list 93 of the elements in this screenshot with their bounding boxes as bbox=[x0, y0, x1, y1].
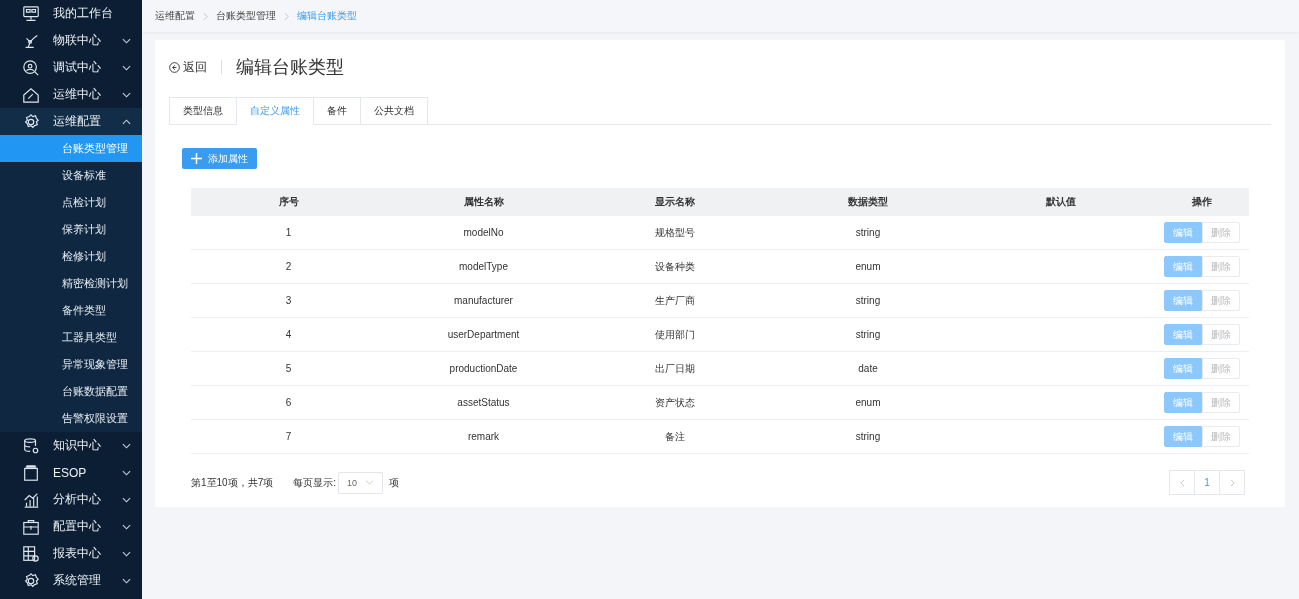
menu-label: ESOP bbox=[53, 465, 88, 480]
previous-page-button[interactable] bbox=[1169, 470, 1195, 495]
menu-label: 报表中心 bbox=[53, 545, 102, 562]
menu-label: 配置中心 bbox=[53, 518, 102, 535]
menu-label: 系统管理 bbox=[53, 572, 102, 589]
column-header: 默认值 bbox=[967, 188, 1155, 216]
page-size-label: 每页显示: bbox=[293, 475, 337, 490]
table-cell: modelNo bbox=[386, 216, 581, 250]
column-header: 属性名称 bbox=[386, 188, 581, 216]
tab[interactable]: 备件 bbox=[314, 97, 361, 125]
back-button[interactable]: 返回 bbox=[169, 58, 207, 76]
table-cell: 1 bbox=[191, 216, 386, 250]
sidebar-item[interactable]: 物联中心 bbox=[0, 27, 142, 54]
table-cell: 2 bbox=[191, 249, 386, 284]
sidebar-item[interactable]: 配置中心 bbox=[0, 513, 142, 540]
database-icon bbox=[22, 436, 40, 455]
submenu-item[interactable]: 异常现象管理 bbox=[0, 351, 142, 378]
chevron-down-icon bbox=[365, 480, 375, 485]
submenu-item[interactable]: 备件类型 bbox=[0, 297, 142, 324]
table-cell: string bbox=[769, 283, 967, 318]
table-cell: remark bbox=[386, 419, 581, 454]
column-header: 数据类型 bbox=[769, 188, 967, 216]
menu-label: 我的工作台 bbox=[53, 5, 114, 22]
settings-icon bbox=[22, 571, 40, 590]
menu-label: 分析中心 bbox=[53, 491, 102, 508]
submenu-item[interactable]: 保养计划 bbox=[0, 216, 142, 243]
monitor-icon bbox=[22, 4, 40, 23]
back-arrow-icon bbox=[169, 61, 180, 73]
table-cell: 资产状态 bbox=[581, 385, 769, 420]
sidebar-item[interactable]: 运维中心 bbox=[0, 81, 142, 108]
submenu-item[interactable]: 检修计划 bbox=[0, 243, 142, 270]
breadcrumb-link[interactable]: 台账类型管理 bbox=[216, 9, 276, 23]
table-cell: 5 bbox=[191, 351, 386, 386]
submenu-item[interactable]: 告警权限设置 bbox=[0, 405, 142, 432]
tab[interactable]: 公共文档 bbox=[361, 97, 428, 125]
table-cell: userDepartment bbox=[386, 317, 581, 352]
page-size-unit: 项 bbox=[389, 475, 400, 490]
sidebar-item[interactable]: 调试中心 bbox=[0, 54, 142, 81]
table-cell: 出厂日期 bbox=[581, 351, 769, 386]
page-size-select[interactable]: 10 bbox=[338, 471, 384, 494]
table-cell: 备注 bbox=[581, 419, 769, 454]
table-cell: 6 bbox=[191, 385, 386, 420]
menu-label: 物联中心 bbox=[53, 32, 102, 49]
sidebar-item[interactable]: 知识中心 bbox=[0, 432, 142, 459]
column-header: 操作 bbox=[1155, 188, 1249, 216]
sidebar-item[interactable]: 分析中心 bbox=[0, 486, 142, 513]
toolbox-icon bbox=[22, 517, 40, 536]
table-icon bbox=[22, 544, 40, 563]
column-header: 序号 bbox=[191, 188, 386, 216]
chevron-right-icon bbox=[1229, 478, 1235, 487]
table-cell: 3 bbox=[191, 283, 386, 318]
settings-icon bbox=[22, 112, 40, 131]
table-cell: enum bbox=[769, 249, 967, 284]
sidebar-item[interactable]: 报表中心 bbox=[0, 540, 142, 567]
submenu-item[interactable]: 点检计划 bbox=[0, 189, 142, 216]
table-cell: 4 bbox=[191, 317, 386, 352]
chevron-right-icon bbox=[284, 11, 289, 21]
search-person-icon bbox=[22, 58, 40, 77]
chevron-right-icon bbox=[203, 11, 208, 21]
page-title: 编辑台账类型 bbox=[236, 56, 344, 79]
chevron-left-icon bbox=[1179, 478, 1185, 487]
sidebar-item[interactable]: 系统管理 bbox=[0, 567, 142, 594]
submenu-item[interactable]: 台账数据配置 bbox=[0, 378, 142, 405]
menu-label: 知识中心 bbox=[53, 437, 102, 454]
menu-label: 调试中心 bbox=[53, 59, 102, 76]
column-header: 显示名称 bbox=[581, 188, 769, 216]
sidebar-item[interactable]: 我的工作台 bbox=[0, 0, 142, 27]
sidebar-item[interactable]: ESOP bbox=[0, 459, 142, 486]
table-cell: string bbox=[769, 317, 967, 352]
table-cell: 生产厂商 bbox=[581, 283, 769, 318]
table-cell: modelType bbox=[386, 249, 581, 284]
table-cell: enum bbox=[769, 385, 967, 420]
menu-label: 运维配置 bbox=[53, 113, 102, 130]
submenu-item[interactable]: 工器具类型 bbox=[0, 324, 142, 351]
pagination-summary: 第1至10项，共7项 bbox=[191, 475, 274, 490]
breadcrumb-link[interactable]: 运维配置 bbox=[155, 9, 195, 23]
sidebar-item[interactable]: 运维配置 bbox=[0, 108, 142, 135]
table-cell: 使用部门 bbox=[581, 317, 769, 352]
submenu-item[interactable]: 精密检测计划 bbox=[0, 270, 142, 297]
plus-icon bbox=[191, 153, 202, 164]
next-page-button[interactable] bbox=[1219, 470, 1245, 495]
submenu-item[interactable]: 设备标准 bbox=[0, 162, 142, 189]
tab[interactable]: 类型信息 bbox=[169, 97, 237, 125]
table-cell: manufacturer bbox=[386, 283, 581, 318]
table-cell: productionDate bbox=[386, 351, 581, 386]
table-cell: 设备种类 bbox=[581, 249, 769, 284]
table-cell: 7 bbox=[191, 419, 386, 454]
menu-label: 运维中心 bbox=[53, 86, 102, 103]
table-cell: date bbox=[769, 351, 967, 386]
table-cell: string bbox=[769, 216, 967, 250]
table-cell: 规格型号 bbox=[581, 216, 769, 250]
table-cell: assetStatus bbox=[386, 385, 581, 420]
table-cell: string bbox=[769, 419, 967, 454]
